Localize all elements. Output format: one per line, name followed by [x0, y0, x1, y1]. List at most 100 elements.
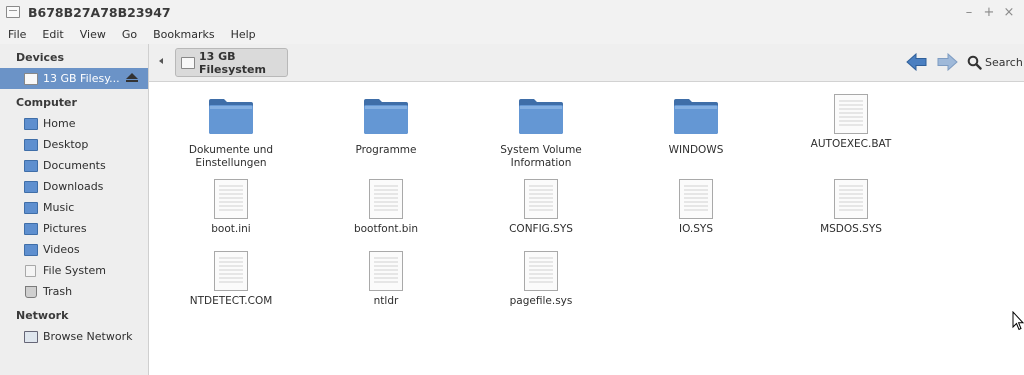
sidebar-item-label: Videos: [43, 243, 80, 256]
search-label: Search: [985, 55, 1023, 69]
document-icon: [523, 178, 559, 220]
file-name-label: System Volume Information: [500, 144, 582, 169]
sidebar-item-pictures[interactable]: Pictures: [0, 218, 148, 239]
downloads-icon: [24, 180, 38, 193]
network-icon: [24, 330, 38, 343]
menu-go[interactable]: Go: [114, 28, 145, 41]
search-button[interactable]: Search: [967, 50, 1023, 74]
drive-icon: [6, 6, 20, 18]
file-name-label: IO.SYS: [678, 223, 714, 235]
path-scroll-left-icon[interactable]: [159, 58, 163, 64]
drive-icon: [181, 56, 195, 69]
document-icon: [833, 93, 869, 135]
menu-bookmarks[interactable]: Bookmarks: [145, 28, 222, 41]
sidebar-item-label: Desktop: [43, 138, 89, 151]
folder-item[interactable]: WINDOWS: [636, 93, 756, 157]
file-item[interactable]: ntldr: [326, 250, 446, 308]
sidebar-item-label: Browse Network: [43, 330, 133, 343]
document-icon: [368, 250, 404, 292]
sidebar-item-browse-network[interactable]: Browse Network: [0, 326, 148, 347]
file-item[interactable]: bootfont.bin: [326, 178, 446, 236]
document-icon: [213, 178, 249, 220]
sidebar-item-label: Pictures: [43, 222, 87, 235]
filesystem-icon: [25, 264, 36, 277]
file-item[interactable]: pagefile.sys: [481, 250, 601, 308]
network-header: Network: [16, 309, 69, 322]
back-button[interactable]: [906, 52, 928, 72]
documents-icon: [24, 159, 38, 172]
file-item[interactable]: IO.SYS: [636, 178, 756, 236]
file-name-label: WINDOWS: [668, 144, 724, 156]
sidebar-item-filesystem-device[interactable]: 13 GB Filesy...: [0, 68, 148, 89]
menu-file[interactable]: File: [0, 28, 34, 41]
document-icon: [213, 250, 249, 292]
folder-icon: [208, 97, 254, 135]
folder-item[interactable]: System Volume Information: [481, 93, 601, 170]
file-icon-view: Dokumente und Einstellungen Programme Syst…: [149, 83, 1024, 375]
sidebar-item-label: Downloads: [43, 180, 104, 193]
sidebar-item-videos[interactable]: Videos: [0, 239, 148, 260]
minimize-button[interactable]: –: [962, 3, 976, 21]
sidebar-item-music[interactable]: Music: [0, 197, 148, 218]
file-item[interactable]: boot.ini: [171, 178, 291, 236]
home-icon: [24, 117, 38, 130]
computer-header: Computer: [16, 96, 77, 109]
document-icon: [523, 250, 559, 292]
sidebar-item-label: Documents: [43, 159, 106, 172]
file-item[interactable]: AUTOEXEC.BAT: [791, 93, 911, 151]
file-name-label: boot.ini: [211, 223, 251, 235]
sidebar-item-file-system[interactable]: File System: [0, 260, 148, 281]
maximize-button[interactable]: +: [982, 3, 996, 21]
sidebar-item-label: Trash: [43, 285, 73, 298]
path-button-label: 13 GB Filesystem: [199, 49, 266, 76]
folder-item[interactable]: Programme: [326, 93, 446, 157]
menu-bar: File Edit View Go Bookmarks Help: [0, 24, 1024, 44]
folder-icon: [673, 97, 719, 135]
document-icon: [678, 178, 714, 220]
menu-help[interactable]: Help: [223, 28, 264, 41]
desktop-icon: [24, 138, 38, 151]
mouse-cursor-icon: [1012, 311, 1024, 331]
file-item[interactable]: MSDOS.SYS: [791, 178, 911, 236]
file-name-label: pagefile.sys: [509, 295, 573, 307]
file-item[interactable]: NTDETECT.COM: [171, 250, 291, 308]
sidebar-item-trash[interactable]: Trash: [0, 281, 148, 302]
file-item[interactable]: CONFIG.SYS: [481, 178, 601, 236]
window-title: B678B27A78B23947: [28, 4, 171, 20]
sidebar-item-documents[interactable]: Documents: [0, 155, 148, 176]
menu-view[interactable]: View: [72, 28, 114, 41]
arrow-right-icon: [937, 52, 958, 72]
sidebar-item-desktop[interactable]: Desktop: [0, 134, 148, 155]
file-name-label: Dokumente und Einstellungen: [188, 144, 274, 169]
file-name-label: AUTOEXEC.BAT: [810, 138, 892, 150]
folder-item[interactable]: Dokumente und Einstellungen: [171, 93, 291, 170]
path-button-filesystem[interactable]: 13 GB Filesystem: [175, 48, 288, 77]
forward-button[interactable]: [936, 52, 958, 72]
file-name-label: Programme: [355, 144, 417, 156]
sidebar: Devices 13 GB Filesy... Computer Home De…: [0, 44, 149, 375]
folder-icon: [363, 97, 409, 135]
document-icon: [368, 178, 404, 220]
document-icon: [833, 178, 869, 220]
path-toolbar: 13 GB Filesystem Search: [149, 44, 1024, 82]
search-icon: [967, 55, 982, 70]
trash-icon: [25, 285, 37, 298]
sidebar-item-label: File System: [43, 264, 106, 277]
sidebar-item-home[interactable]: Home: [0, 113, 148, 134]
file-name-label: MSDOS.SYS: [820, 223, 882, 235]
sidebar-item-downloads[interactable]: Downloads: [0, 176, 148, 197]
file-name-label: bootfont.bin: [353, 223, 419, 235]
window-controls: – + ×: [962, 3, 1016, 21]
file-name-label: CONFIG.SYS: [509, 223, 573, 235]
file-name-label: ntldr: [373, 295, 399, 307]
eject-icon[interactable]: [126, 73, 138, 83]
pictures-icon: [24, 222, 38, 235]
file-name-label: NTDETECT.COM: [189, 295, 273, 307]
sidebar-item-label: Home: [43, 117, 76, 130]
close-button[interactable]: ×: [1002, 3, 1016, 21]
sidebar-item-label: Music: [43, 201, 75, 214]
menu-edit[interactable]: Edit: [34, 28, 71, 41]
title-bar: B678B27A78B23947 – + ×: [0, 0, 1024, 24]
folder-icon: [518, 97, 564, 135]
devices-header: Devices: [16, 51, 65, 64]
